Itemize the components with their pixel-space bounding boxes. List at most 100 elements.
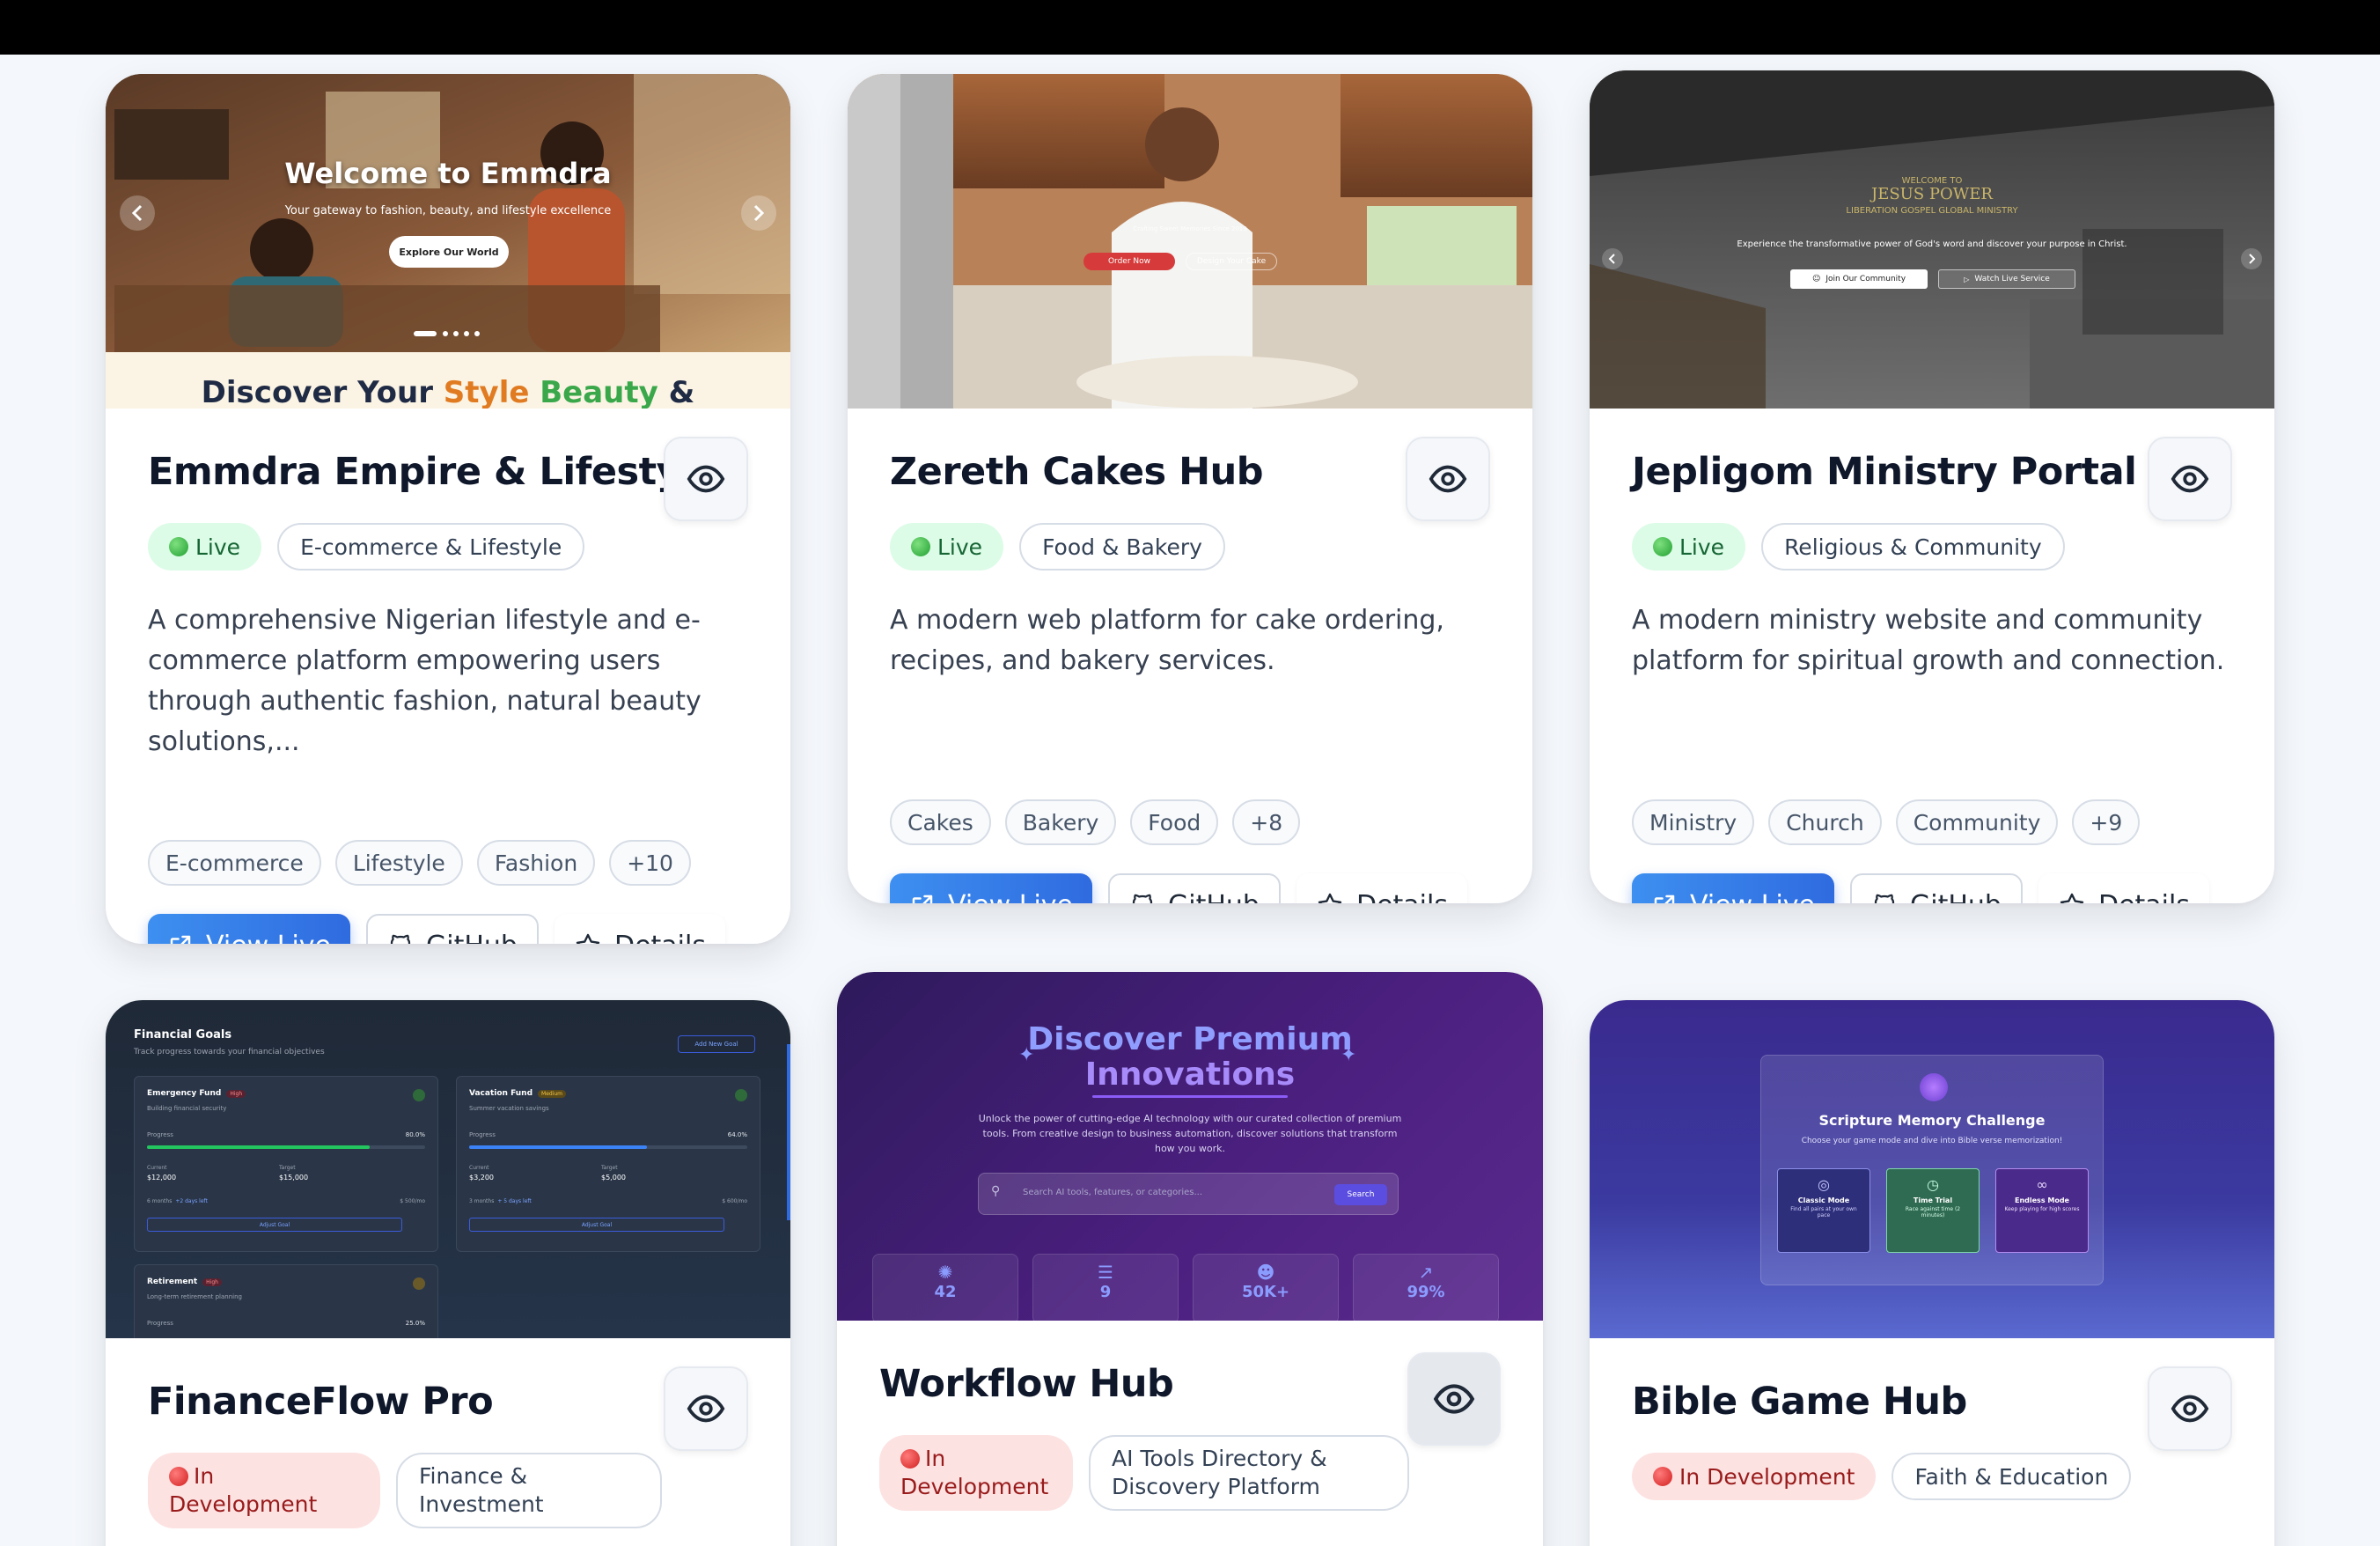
- github-button[interactable]: GitHub: [366, 914, 539, 944]
- goal-current-label: Current: [147, 1165, 167, 1171]
- goal-progress-label: Progress: [147, 1320, 173, 1327]
- preview-button[interactable]: [1407, 1352, 1501, 1446]
- wf-heading-line1: Discover Premium: [1027, 1021, 1353, 1057]
- mode-desc: Keep playing for high scores: [2004, 1206, 2080, 1212]
- project-card-zereth: Crafting Sweet Memories Since 2019 Order…: [848, 74, 1532, 903]
- goal-progress-fill: [147, 1145, 370, 1149]
- status-label: In Development: [1679, 1463, 1855, 1490]
- game-logo-icon: [1920, 1073, 1948, 1101]
- goal-progress-track: [469, 1145, 747, 1149]
- github-label: GitHub: [426, 931, 518, 945]
- view-live-button[interactable]: View Live: [148, 914, 350, 944]
- project-description: A comprehensive Nigerian lifestyle and e…: [148, 605, 702, 757]
- scroll-accent: [787, 1044, 790, 1220]
- preview-cta-order: Order Now: [1083, 253, 1175, 270]
- github-button[interactable]: GitHub: [1108, 873, 1281, 903]
- goal-name: Emergency Fund: [147, 1089, 222, 1098]
- goal-priority: High: [226, 1089, 246, 1098]
- badge-row: Live Religious & Community: [1632, 523, 2065, 571]
- fin-add-button: Add New Goal: [678, 1035, 755, 1053]
- status-badge: Live: [1632, 523, 1746, 571]
- preview-image-biblegame[interactable]: Scripture Memory Challenge Choose your g…: [1590, 1000, 2274, 1338]
- eye-icon: [2171, 1395, 2209, 1423]
- goal-rate: $ 600/mo: [722, 1198, 747, 1204]
- badge-row: Live E-commerce & Lifestyle: [148, 523, 585, 571]
- category-badge: E-commerce & Lifestyle: [277, 523, 585, 571]
- users-icon: ☺: [1811, 275, 1821, 283]
- goal-extra: +2 days left: [175, 1198, 208, 1204]
- game-panel: Scripture Memory Challenge Choose your g…: [1760, 1055, 2104, 1285]
- timer-icon: ◷: [1927, 1176, 1939, 1193]
- preview-image-financeflow[interactable]: Financial Goals Track progress towards y…: [106, 1000, 790, 1338]
- banner-suffix: &: [657, 375, 695, 409]
- goal-current-label: Current: [469, 1165, 489, 1171]
- users-icon: ☻: [1256, 1262, 1275, 1283]
- wf-stat-value: 42: [934, 1283, 957, 1301]
- category-badge: AI Tools Directory & Discovery Platform: [1089, 1435, 1409, 1511]
- goal-progress-fill: [469, 1145, 648, 1149]
- external-link-icon: [912, 894, 933, 903]
- details-button[interactable]: Details: [1296, 873, 1467, 904]
- goal-progress-value: 64.0%: [727, 1131, 747, 1138]
- wf-search-button: Search: [1334, 1184, 1387, 1205]
- status-label-line1: In: [194, 1463, 215, 1489]
- category-badge: Faith & Education: [1892, 1453, 2132, 1500]
- external-link-icon: [170, 935, 191, 944]
- details-label: Details: [1356, 890, 1448, 904]
- view-live-button[interactable]: View Live: [1632, 873, 1834, 903]
- mode-name: Time Trial: [1913, 1196, 1953, 1204]
- status-dot-icon: [1653, 1467, 1672, 1486]
- badge-row: Live Food & Bakery: [890, 523, 1225, 571]
- preview-button[interactable]: [664, 1366, 748, 1451]
- wf-stat-card: ☰ 9: [1032, 1254, 1179, 1321]
- star-icon: [2060, 893, 2084, 903]
- category-line1: AI Tools Directory &: [1112, 1446, 1327, 1471]
- project-title: Emmdra Empire & Lifestyle: [148, 450, 719, 494]
- mode-desc: Find all pairs at your own pace: [1790, 1206, 1857, 1218]
- details-button[interactable]: Details: [554, 914, 725, 945]
- preview-button[interactable]: [2148, 437, 2232, 521]
- wf-stat-value: 50K+: [1241, 1283, 1290, 1301]
- preview-button[interactable]: [664, 437, 748, 521]
- preview-button[interactable]: [1406, 437, 1490, 521]
- mode-card-endless: ∞ Endless Mode Keep playing for high sco…: [1995, 1168, 2089, 1253]
- preview-name: JESUS POWER: [1871, 185, 1993, 203]
- trending-up-icon: ↗: [1418, 1262, 1434, 1283]
- tag: Church: [1768, 799, 1882, 845]
- status-label: Live: [937, 534, 983, 560]
- badge-row: In Development AI Tools Directory & Disc…: [879, 1435, 1409, 1511]
- preview-image-emmdra[interactable]: Welcome to Emmdra Your gateway to fashio…: [106, 74, 790, 409]
- github-button[interactable]: GitHub: [1850, 873, 2023, 903]
- mode-card-time-trial: ◷ Time Trial Race against time (2 minute…: [1886, 1168, 1980, 1253]
- mode-desc: Race against time (2 minutes): [1905, 1206, 1961, 1218]
- goal-icon: [413, 1089, 425, 1101]
- status-badge: Live: [148, 523, 262, 571]
- card-body: Emmdra Empire & Lifestyle Live E-commerc…: [148, 437, 748, 945]
- tag: Cakes: [890, 799, 991, 845]
- card-body: Zereth Cakes Hub Live Food & Bakery A mo…: [890, 437, 1490, 904]
- project-title: Zereth Cakes Hub: [890, 450, 1263, 494]
- preview-image-jepligom[interactable]: WELCOME TO JESUS POWER LIBERATION GOSPEL…: [1590, 70, 2274, 409]
- banner-word-beauty: Beauty: [540, 375, 658, 409]
- preview-button[interactable]: [2148, 1366, 2232, 1451]
- details-button[interactable]: Details: [2038, 873, 2209, 903]
- tag: Community: [1895, 799, 2059, 845]
- target-icon: ◎: [1818, 1176, 1830, 1193]
- view-live-button[interactable]: View Live: [890, 873, 1092, 903]
- details-label: Details: [614, 931, 706, 945]
- goal-months: 3 months: [469, 1198, 495, 1204]
- sparkles-icon: ✺: [937, 1262, 953, 1283]
- preview-image-workflow[interactable]: ✦ ✦ Discover Premium Innovations Unlock …: [837, 972, 1543, 1321]
- goal-card: Vacation Fund Medium Summer vacation sav…: [456, 1076, 760, 1252]
- preview-image-zereth[interactable]: Crafting Sweet Memories Since 2019 Order…: [848, 74, 1532, 409]
- project-card-emmdra: Welcome to Emmdra Your gateway to fashio…: [106, 74, 790, 944]
- external-link-icon: [1654, 894, 1675, 903]
- tag: E-commerce: [148, 840, 321, 886]
- preview-subheading: Your gateway to fashion, beauty, and lif…: [284, 204, 612, 217]
- card-body: Bible Game Hub In Development Faith & Ed…: [1632, 1366, 2232, 1546]
- tag: Fashion: [476, 840, 596, 886]
- tag: Lifestyle: [334, 840, 463, 886]
- goal-current: $12,000: [147, 1174, 177, 1182]
- status-label-line2: Development: [169, 1491, 318, 1517]
- wf-heading-underline: [1092, 1095, 1288, 1098]
